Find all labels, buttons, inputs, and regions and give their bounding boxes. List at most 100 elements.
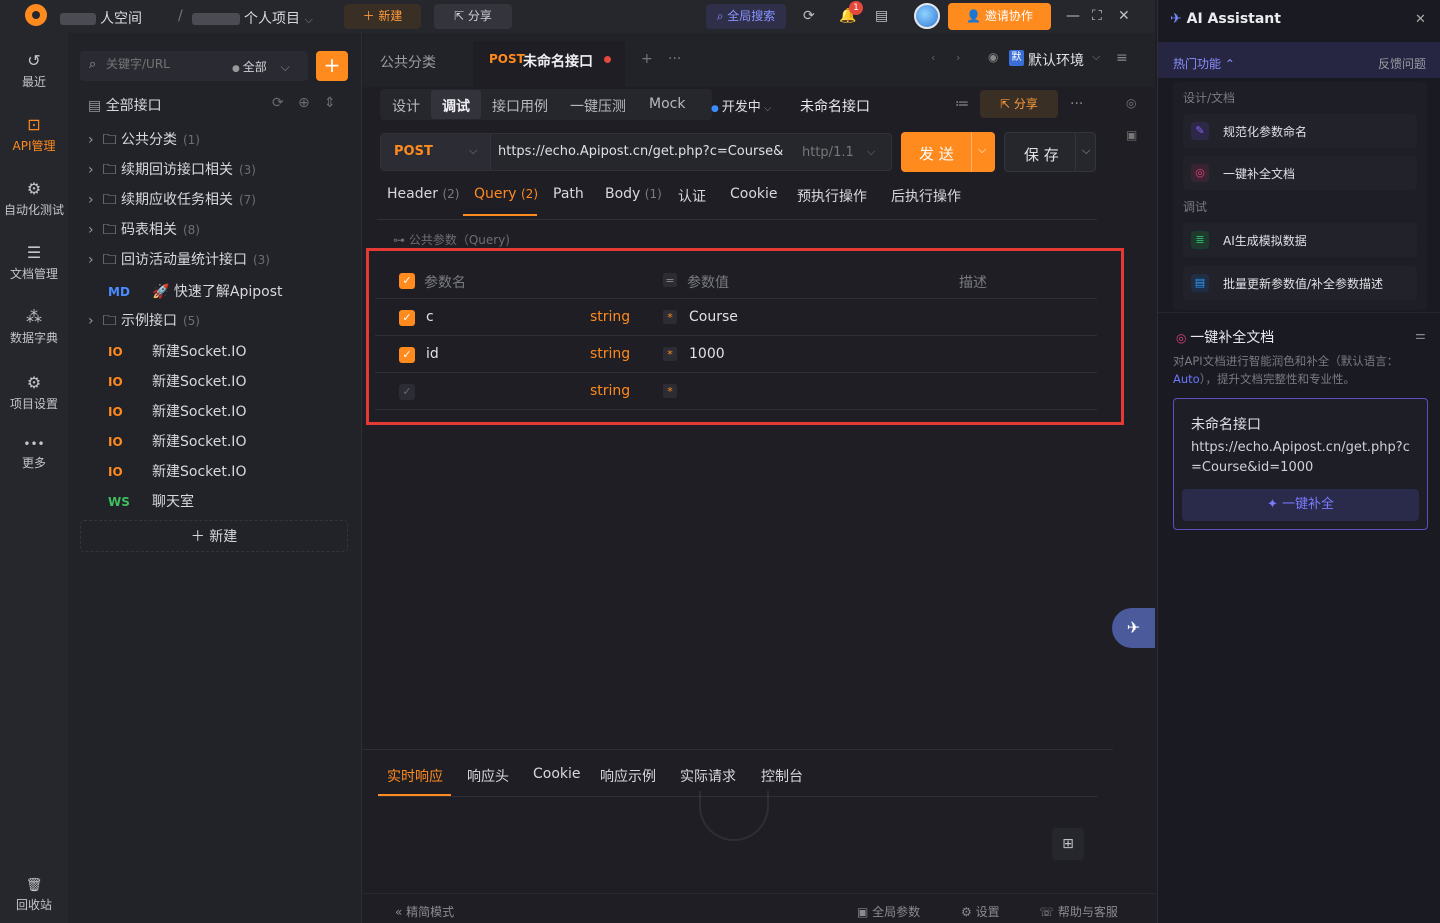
ai-card-mock[interactable]: ≣ AI生成模拟数据 (1183, 223, 1417, 257)
ai-card-batch[interactable]: ▤ 批量更新参数值/补全参数描述 (1183, 266, 1417, 300)
resp-tab-console[interactable]: 控制台 (761, 766, 803, 786)
close-icon[interactable]: ✕ (1415, 12, 1426, 27)
settings-button[interactable]: ⚙ 设置 (961, 903, 1000, 920)
sort-icon[interactable]: ⇕ (324, 95, 336, 111)
compact-mode-button[interactable]: « 精简模式 (395, 903, 454, 920)
tab-header[interactable]: Header (2) (387, 186, 459, 202)
message-icon[interactable]: ▤ (875, 8, 888, 24)
nav-item-more[interactable]: ••• 更多 (0, 437, 68, 471)
new-button[interactable]: ＋ 新建 (344, 4, 421, 29)
subtab-mock[interactable]: Mock (649, 96, 685, 112)
run-complete-button[interactable]: ✦ 一键补全 (1182, 489, 1419, 521)
tree-socket-item[interactable]: IO 新建Socket.IO (88, 401, 348, 427)
tree-socket-item[interactable]: IO 新建Socket.IO (88, 461, 348, 487)
workspace-name[interactable]: 人空间 (60, 8, 142, 28)
env-select[interactable]: ◉ 默 默认环境 ⌵ (982, 46, 1110, 72)
chevron-down-icon[interactable]: ⌵ (978, 143, 986, 157)
tab-active[interactable]: POST 未命名接口 (473, 41, 625, 87)
settings-sliders-icon[interactable]: ⚌ (1415, 328, 1426, 342)
resp-tab-cookie[interactable]: Cookie (533, 766, 581, 782)
more-tabs-icon[interactable]: ··· (668, 51, 681, 67)
layout-toggle-icon[interactable]: ⊞ (1052, 828, 1084, 860)
subtab-design[interactable]: 设计 (392, 96, 420, 116)
hot-features-toggle[interactable]: 热门功能 ⌃ (1173, 55, 1235, 72)
chevron-right-icon[interactable]: › (956, 51, 960, 64)
tree-folder[interactable]: › 🗀 回访活动量统计接口 (3) (88, 249, 348, 275)
ai-input-box[interactable]: 未命名接口 https://echo.Apipost.cn/get.php?c=… (1173, 398, 1428, 530)
tree-folder[interactable]: › 🗀 公共分类 (1) (88, 129, 348, 155)
avatar[interactable] (914, 3, 940, 29)
tab-body[interactable]: Body (1) (605, 186, 662, 202)
sync-icon[interactable]: ⟳ (803, 8, 815, 24)
nav-item-trash[interactable]: 🗑 回收站 (0, 878, 68, 913)
tree-socket-item[interactable]: IO 新建Socket.IO (88, 341, 348, 367)
nav-item-api[interactable]: ⊡ API管理 (0, 115, 68, 154)
global-params-button[interactable]: ▣ 全局参数 (857, 903, 920, 920)
feedback-link[interactable]: 反馈问题 (1378, 55, 1426, 72)
nav-item-docs[interactable]: ☰ 文档管理 (0, 243, 68, 282)
nav-item-project-settings[interactable]: ⚙ 项目设置 (0, 373, 68, 412)
ai-card-rename[interactable]: ✎ 规范化参数命名 (1183, 114, 1417, 148)
resp-tab-realtime[interactable]: 实时响应 (387, 766, 443, 786)
nav-item-recent[interactable]: ↺ 最近 (0, 51, 68, 90)
project-name[interactable]: 个人项目 ⌵ (192, 8, 313, 28)
filter-select[interactable]: ● 全部 ⌵ (232, 58, 290, 75)
resp-tab-actual[interactable]: 实际请求 (680, 766, 736, 786)
api-share-button[interactable]: ⇱ 分享 (980, 90, 1058, 118)
assistant-float-icon[interactable]: ✈ (1112, 608, 1155, 648)
ai-card-complete-doc[interactable]: ◎ 一键补全文档 (1183, 156, 1417, 190)
add-api-button[interactable]: + (316, 51, 348, 81)
resp-tab-headers[interactable]: 响应头 (467, 766, 509, 786)
maximize-icon[interactable]: ⛶ (1092, 8, 1102, 24)
close-icon[interactable]: ✕ (1118, 8, 1130, 24)
tree-folder[interactable]: › 🗀 码表相关 (8) (88, 219, 348, 245)
tree-root[interactable]: ▤ 全部接口 ⟳ ⊕ ⇕ (88, 95, 348, 121)
add-tab-icon[interactable]: + (641, 51, 653, 67)
tree-folder[interactable]: › 🗀 续期回访接口相关 (3) (88, 159, 348, 185)
send-button[interactable]: 发 送 ⌵ (901, 132, 995, 172)
tab-pre-script[interactable]: 预执行操作 (797, 186, 867, 206)
tree-socket-item[interactable]: IO 新建Socket.IO (88, 431, 348, 457)
resp-tab-example[interactable]: 响应示例 (600, 766, 656, 786)
invite-button[interactable]: 👤 邀请协作 (948, 3, 1051, 30)
save-button[interactable]: 保 存 ⌵ (1004, 132, 1096, 172)
tree-socket-item[interactable]: IO 新建Socket.IO (88, 371, 348, 397)
chevron-left-icon[interactable]: ‹ (931, 51, 935, 64)
api-name[interactable]: 未命名接口 (800, 96, 870, 116)
url-input[interactable]: https://echo.Apipost.cn/get.php?c=Course… (498, 144, 784, 159)
more-icon[interactable]: ··· (1070, 96, 1083, 112)
method-select[interactable]: POST ⌵ (381, 134, 491, 170)
tree-folder[interactable]: › 🗀 续期应收任务相关 (7) (88, 189, 348, 215)
tree-doc-item[interactable]: MD 🚀 快速了解Apipost (88, 281, 348, 307)
help-button[interactable]: ☏ 帮助与客服 (1039, 903, 1118, 920)
subtab-cases[interactable]: 接口用例 (492, 96, 548, 116)
public-params-link[interactable]: ⊶ 公共参数（Query) (393, 231, 510, 248)
tab-auth[interactable]: 认证 (678, 186, 706, 206)
tab-query[interactable]: Query (2) (474, 186, 538, 202)
tab-post-script[interactable]: 后执行操作 (891, 186, 961, 206)
tree-ws-item[interactable]: WS 聊天室 (88, 491, 348, 517)
nav-item-dictionary[interactable]: ⁂ 数据字典 (0, 307, 68, 346)
locate-icon[interactable]: ⊕ (298, 95, 310, 111)
refresh-icon[interactable]: ⟳ (272, 95, 284, 111)
search-input[interactable] (106, 57, 216, 71)
minimize-icon[interactable]: — (1066, 8, 1080, 24)
side-code-icon[interactable]: ▣ (1126, 128, 1137, 142)
tree-new-button[interactable]: ＋ 新建 (80, 520, 348, 552)
format-icon[interactable]: ≔ (955, 96, 969, 112)
tab-public[interactable]: 公共分类 (380, 52, 436, 72)
nav-item-automation[interactable]: ⚙ 自动化测试 (0, 179, 68, 218)
global-search-button[interactable]: ⌕ 全局搜索 (706, 4, 786, 29)
subtab-debug[interactable]: 调试 (442, 96, 470, 116)
menu-icon[interactable]: ≡ (1116, 50, 1128, 66)
share-button[interactable]: ⇱ 分享 (434, 4, 512, 29)
tab-path[interactable]: Path (553, 186, 584, 202)
tree-search[interactable]: ⌕ ● 全部 ⌵ (80, 51, 308, 81)
side-circle-icon[interactable]: ◎ (1126, 96, 1136, 110)
tree-folder[interactable]: › 🗀 示例接口 (5) (88, 310, 348, 336)
tab-cookie[interactable]: Cookie (730, 186, 778, 202)
chevron-down-icon[interactable]: ⌵ (1082, 144, 1090, 158)
subtab-stress[interactable]: 一键压测 (570, 96, 626, 116)
status-select[interactable]: ● 开发中 ⌵ (711, 96, 772, 115)
protocol-select[interactable]: http/1.1 (802, 145, 854, 160)
